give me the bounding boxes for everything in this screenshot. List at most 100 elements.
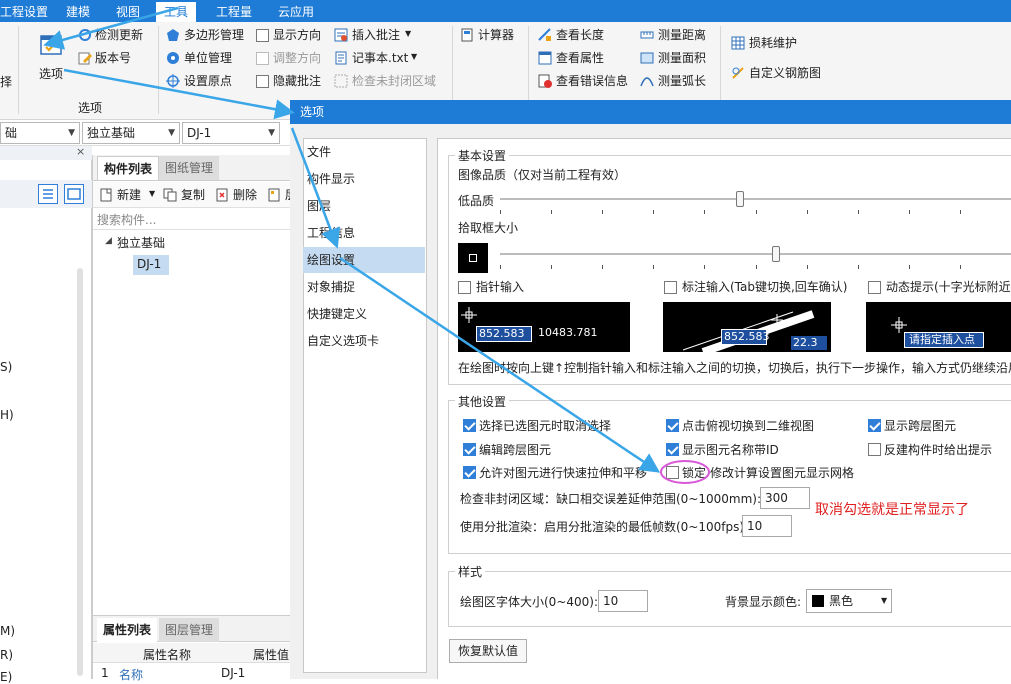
search-input[interactable]: 搜索构件... [93, 208, 291, 230]
menu-quantity[interactable]: 工程量 [216, 3, 252, 20]
chevron-down-icon[interactable]: ▼ [411, 49, 417, 65]
category-combo[interactable]: 独立基础 ▼ [82, 122, 180, 144]
lock-checkbox[interactable] [666, 466, 679, 479]
menu-project-settings[interactable]: 工程设置 [0, 3, 48, 20]
menu-modeling[interactable]: 建模 [66, 3, 90, 20]
nav-item-custom-tab[interactable]: 自定义选项卡 [303, 328, 425, 354]
component-combo[interactable]: DJ-1 ▼ [182, 122, 280, 144]
measure-arc-button[interactable]: 测量弧长 [658, 73, 706, 89]
nav-item-file[interactable]: 文件 [303, 139, 425, 165]
tab-drawing-manage[interactable]: 图纸管理 [159, 156, 220, 180]
dialog-title-bar[interactable]: 选项 [290, 100, 1011, 124]
unit-manage-button[interactable]: 单位管理 [184, 50, 232, 66]
tree-root-item[interactable]: 独立基础 [117, 234, 165, 251]
view-error-button[interactable]: 查看错误信息 [556, 73, 628, 89]
edit-cross-layer-checkbox[interactable] [463, 443, 476, 456]
origin-icon [166, 74, 180, 88]
nav-item-drawing-settings[interactable]: 绘图设置 [303, 247, 425, 273]
chevron-down-icon: ▼ [168, 128, 175, 138]
property-row-value[interactable]: DJ-1 [221, 666, 245, 680]
show-direction-label: 显示方向 [273, 28, 322, 42]
nav-item-layer[interactable]: 图层 [303, 193, 425, 219]
measure-area-button[interactable]: 测量面积 [658, 50, 706, 66]
hide-annotation-checkbox[interactable] [256, 75, 269, 88]
check-unclosed-button[interactable]: 检查未封闭区域 [352, 73, 436, 89]
slider-tick [602, 210, 604, 214]
menu-tools[interactable]: 工具 [156, 2, 197, 22]
nav-item-shortcut[interactable]: 快捷键定义 [303, 301, 425, 327]
list-view-icon[interactable] [38, 184, 58, 204]
menu-view[interactable]: 视图 [116, 3, 140, 20]
font-size-input[interactable]: 10 [598, 590, 648, 612]
view-property-button[interactable]: 查看属性 [556, 50, 604, 66]
restore-defaults-button[interactable]: 恢复默认值 [449, 639, 527, 663]
options-icon [40, 35, 62, 55]
show-direction-checkbox[interactable] [256, 29, 269, 42]
loss-maintenance-button[interactable]: 损耗维护 [749, 35, 797, 51]
quality-slider[interactable] [500, 191, 1011, 214]
pickbox-slider[interactable] [500, 246, 1011, 269]
reverse-build-tip-checkbox[interactable] [868, 443, 881, 456]
show-cross-layer-checkbox[interactable] [868, 419, 881, 432]
navigation-pane: × S) H) M) R) E) [0, 145, 92, 684]
slider-tick [959, 265, 961, 269]
pointer-input-checkbox[interactable] [458, 281, 471, 294]
property-row-index: 1 [101, 666, 109, 680]
view-length-button[interactable]: 查看长度 [556, 27, 604, 43]
scrollbar[interactable] [77, 268, 83, 676]
unclosed-area-input[interactable]: 300 [760, 487, 810, 509]
tree-child-item[interactable]: DJ-1 [133, 255, 169, 275]
chevron-down-icon[interactable]: ▼ [405, 26, 411, 42]
close-icon[interactable]: × [76, 145, 85, 158]
show-name-with-id-checkbox[interactable] [666, 443, 679, 456]
chevron-down-icon[interactable]: ▼ [149, 186, 155, 202]
copy-button[interactable]: 复制 [181, 187, 205, 203]
edit-icon [78, 52, 92, 65]
slider-tick [908, 210, 910, 214]
adjust-direction-checkbox[interactable] [256, 52, 269, 65]
quick-stretch-checkbox[interactable] [463, 466, 476, 479]
check-update-button[interactable]: 检测更新 [95, 27, 143, 43]
annotation-note: 取消勾选就是正常显示了 [815, 502, 969, 518]
quality-slider-thumb[interactable] [736, 191, 745, 207]
version-button[interactable]: 版本号 [95, 50, 131, 66]
measure-distance-button[interactable]: 测量距离 [658, 27, 706, 43]
polygon-icon [167, 29, 179, 41]
floor-combo[interactable]: 础 ▼ [0, 122, 80, 144]
set-origin-button[interactable]: 设置原点 [184, 73, 232, 89]
unclosed-area-label: 检查非封闭区域：缺口相交误差延伸范围(0~1000mm): [460, 492, 762, 506]
delete-button[interactable]: 删除 [233, 187, 257, 203]
nav-item-component-display[interactable]: 构件显示 [303, 166, 425, 192]
measure-distance-icon [640, 31, 654, 39]
pickbox-slider-thumb[interactable] [771, 246, 780, 262]
menu-cloud[interactable]: 云应用 [278, 3, 314, 20]
options-big-button[interactable]: 选项 [26, 28, 82, 84]
deselect-on-select-checkbox[interactable] [463, 419, 476, 432]
nav-item-project-info[interactable]: 工程信息 [303, 220, 425, 246]
component-list-pane: 构件列表 图纸管理 新建 ▼ 复制 删除 层 搜索构件... ◢ 独立基础 DJ… [92, 155, 297, 682]
style-group-label: 样式 [455, 563, 486, 580]
calculator-button[interactable]: 计算器 [478, 27, 514, 43]
grid-view-icon[interactable] [64, 184, 84, 204]
tab-component-list[interactable]: 构件列表 [97, 156, 160, 180]
nav-item-object-snap[interactable]: 对象捕捉 [303, 274, 425, 300]
dynamic-tip-checkbox[interactable] [868, 281, 881, 294]
ribbon-divider [18, 26, 19, 114]
show-name-with-id-label: 显示图元名称带ID [682, 443, 779, 457]
insert-annotation-button[interactable]: 插入批注 [352, 27, 400, 43]
notepad-button[interactable]: 记事本.txt [352, 50, 408, 66]
crosshair-icon [461, 307, 477, 323]
tab-property-list[interactable]: 属性列表 [97, 618, 158, 642]
tab-layer-manage[interactable]: 图层管理 [159, 618, 220, 642]
dim-input-checkbox[interactable] [664, 281, 677, 294]
search-placeholder: 搜索构件... [97, 213, 157, 227]
polygon-manage-button[interactable]: 多边形管理 [184, 27, 244, 43]
batch-render-input[interactable]: 10 [742, 515, 792, 537]
dynamic-tip-preview: 请指定插入点 [866, 302, 1011, 352]
tree-expand-icon[interactable]: ◢ [105, 236, 112, 246]
new-button[interactable]: 新建 [117, 187, 141, 203]
bg-color-select[interactable]: 黑色 ▼ [806, 589, 892, 613]
measure-arc-icon [640, 77, 654, 87]
topview-2d-checkbox[interactable] [666, 419, 679, 432]
custom-rebar-button[interactable]: 自定义钢筋图 [749, 65, 821, 81]
